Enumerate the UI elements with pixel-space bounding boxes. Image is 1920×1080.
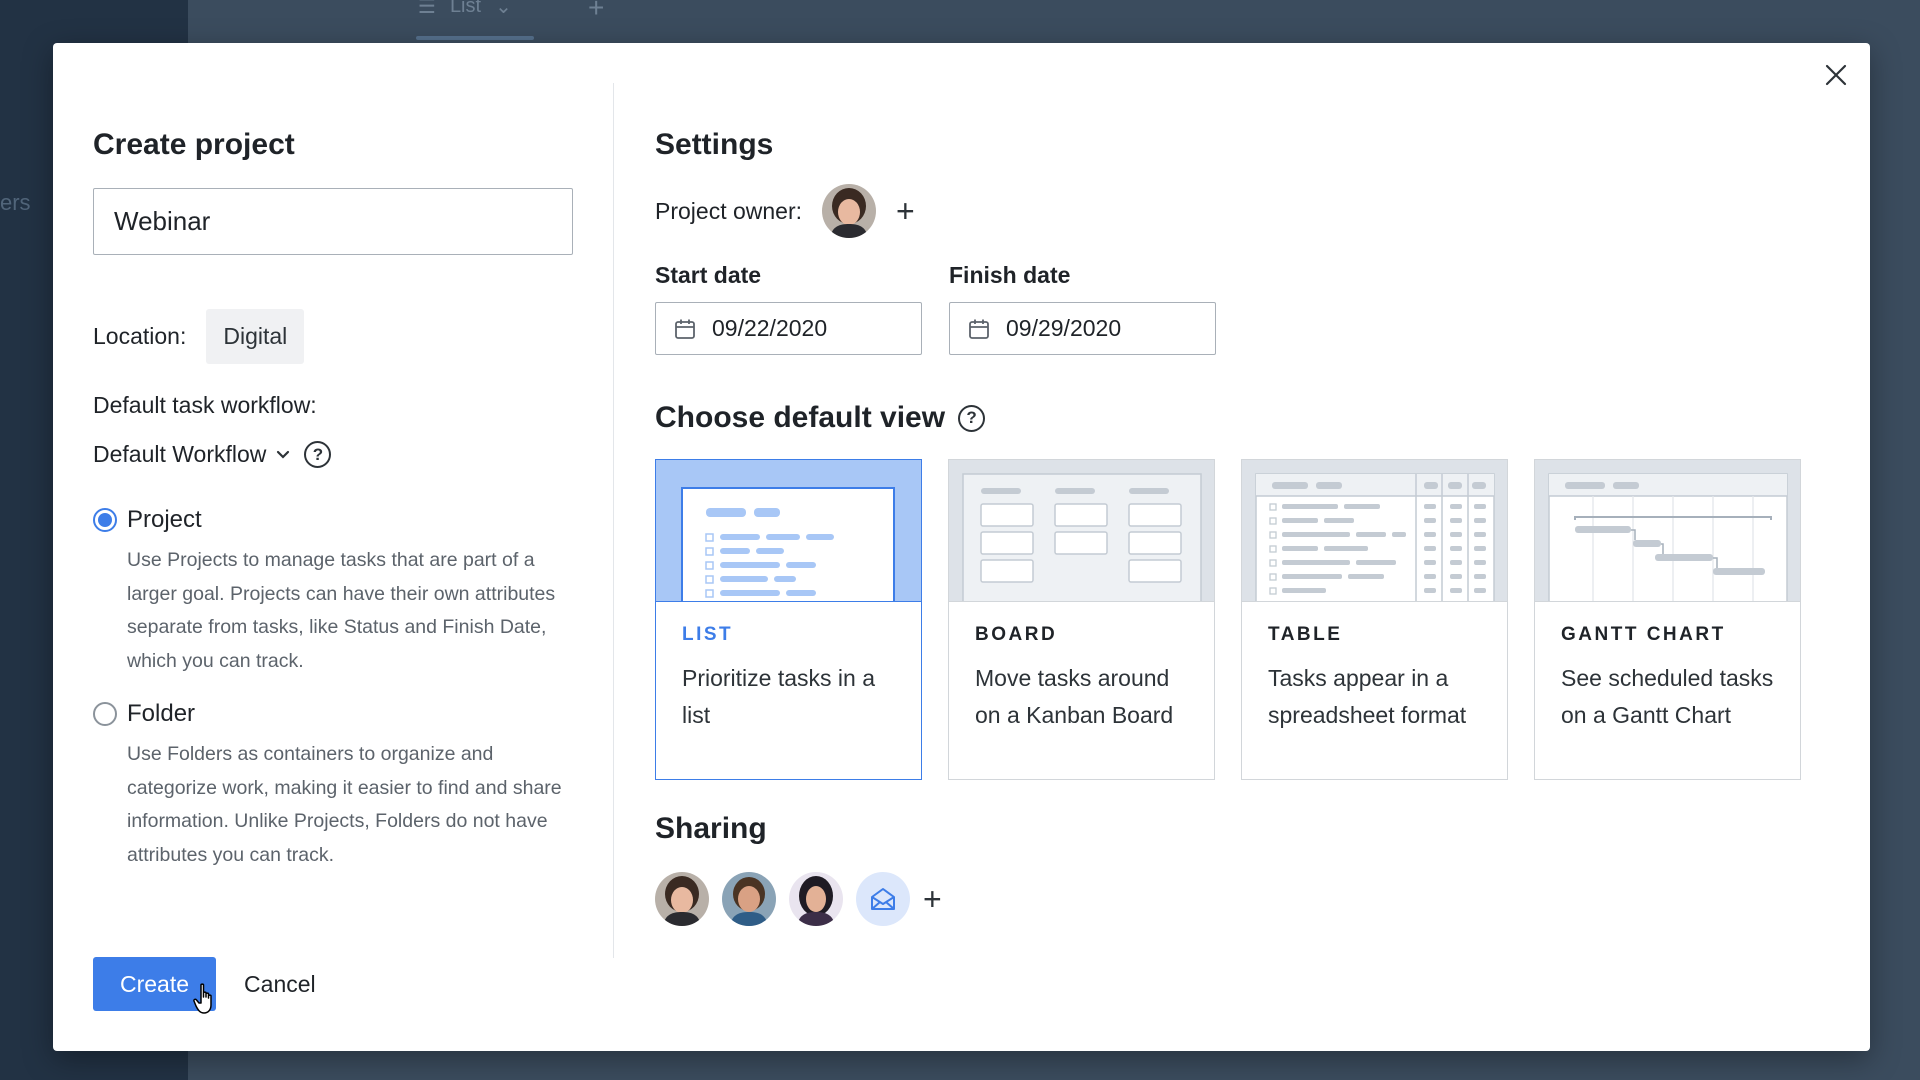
view-card-list[interactable]: LIST Prioritize tasks in a list — [655, 459, 922, 780]
tab-list[interactable]: ☰ List ⌄ — [418, 0, 512, 19]
column-divider — [613, 83, 614, 958]
project-option-description: Use Projects to manage tasks that are pa… — [127, 549, 556, 672]
avatar[interactable] — [789, 872, 843, 926]
view-desc-list: Prioritize tasks in a list — [682, 665, 876, 728]
type-option-folder: Folder Use Folders as containers to orga… — [93, 700, 575, 872]
email-invite-button[interactable] — [856, 872, 910, 926]
date-fields: Start date 09/22/2020 Finish date 09/29/… — [655, 262, 1835, 355]
board-view-body: BOARD Move tasks around on a Kanban Boar… — [949, 602, 1214, 756]
owner-avatar[interactable] — [822, 184, 877, 238]
view-card-gantt[interactable]: GANTT CHART See scheduled tasks on a Gan… — [1534, 459, 1801, 780]
tab-underline — [416, 36, 534, 40]
help-icon[interactable]: ? — [304, 441, 332, 468]
view-card-table[interactable]: TABLE Tasks appear in a spreadsheet form… — [1241, 459, 1508, 780]
location-chip[interactable]: Digital — [206, 309, 305, 364]
finish-date-label: Finish date — [949, 262, 1071, 288]
view-name-list: LIST — [682, 624, 734, 645]
owner-label: Project owner: — [655, 197, 803, 224]
project-radio-label[interactable]: Project — [93, 506, 575, 534]
add-view-icon[interactable]: + — [588, 0, 604, 24]
calendar-icon — [675, 319, 695, 339]
table-view-body: TABLE Tasks appear in a spreadsheet form… — [1242, 602, 1507, 756]
finish-date-value: 09/29/2020 — [1006, 315, 1122, 341]
start-date-field[interactable]: 09/22/2020 — [655, 302, 922, 355]
avatar[interactable] — [722, 872, 776, 926]
list-illustration — [681, 487, 895, 601]
workflow-label: Default task workflow: — [93, 392, 317, 418]
settings-title: Settings — [655, 128, 774, 161]
workflow-row: Default Workflow ? — [93, 441, 575, 468]
list-view-body: LIST Prioritize tasks in a list — [656, 602, 921, 756]
hand-cursor-icon — [193, 983, 212, 1014]
table-view-thumbnail — [1242, 460, 1507, 602]
default-view-title: Choose default view — [655, 401, 946, 434]
mail-icon — [871, 888, 895, 910]
right-column: Settings Project owner: + Start date 09/… — [655, 83, 1835, 926]
workflow-value: Default Workflow — [93, 441, 267, 467]
view-cards: LIST Prioritize tasks in a list BOARD Mo… — [655, 459, 1835, 780]
avatar[interactable] — [655, 872, 709, 926]
view-name-table: TABLE — [1268, 624, 1343, 645]
sharing-title: Sharing — [655, 812, 767, 845]
folder-radio-label[interactable]: Folder — [93, 700, 575, 728]
view-title-row: Choose default view ? — [655, 401, 1835, 435]
gantt-view-body: GANTT CHART See scheduled tasks on a Gan… — [1535, 602, 1800, 756]
chevron-down-icon — [277, 450, 290, 459]
modal-title: Create project — [93, 128, 295, 161]
finish-date-group: Finish date 09/29/2020 — [949, 262, 1216, 355]
list-icon: ☰ — [418, 0, 436, 18]
project-name-input[interactable] — [93, 188, 573, 255]
help-icon[interactable]: ? — [958, 404, 986, 432]
left-column: Create project Location: Digital Default… — [93, 83, 575, 872]
view-name-board: BOARD — [975, 624, 1058, 645]
list-view-thumbnail — [656, 460, 921, 602]
type-option-project: Project Use Projects to manage tasks tha… — [93, 506, 575, 678]
tab-list-label: List — [449, 0, 482, 17]
finish-date-field[interactable]: 09/29/2020 — [949, 302, 1216, 355]
gantt-view-thumbnail — [1535, 460, 1800, 602]
start-date-group: Start date 09/22/2020 — [655, 262, 922, 355]
view-name-gantt: GANTT CHART — [1561, 624, 1726, 645]
add-share-button[interactable]: + — [923, 883, 942, 915]
board-view-thumbnail — [949, 460, 1214, 602]
location-row: Location: Digital — [93, 309, 575, 364]
folder-radio[interactable] — [93, 702, 117, 726]
folder-option-label: Folder — [127, 700, 196, 727]
create-project-modal: Create project Location: Digital Default… — [53, 43, 1870, 1051]
gantt-illustration — [1548, 473, 1788, 601]
start-date-value: 09/22/2020 — [712, 315, 828, 341]
start-date-label: Start date — [655, 262, 762, 288]
workflow-select[interactable]: Default Workflow — [93, 441, 290, 468]
owner-row: Project owner: + — [655, 184, 1835, 238]
table-illustration — [1255, 473, 1495, 601]
view-card-board[interactable]: BOARD Move tasks around on a Kanban Boar… — [948, 459, 1215, 780]
view-desc-gantt: See scheduled tasks on a Gantt Chart — [1561, 665, 1774, 728]
project-option-label: Project — [127, 506, 202, 533]
calendar-icon — [969, 319, 989, 339]
location-label: Location: — [93, 323, 187, 349]
folder-option-description: Use Folders as containers to organize an… — [127, 743, 562, 866]
sharing-row: + — [655, 872, 1835, 926]
view-desc-table: Tasks appear in a spreadsheet format — [1268, 665, 1467, 728]
sidebar-partial-text: ers — [0, 190, 31, 215]
add-owner-button[interactable]: + — [896, 195, 915, 227]
board-illustration — [962, 473, 1202, 601]
cancel-button[interactable]: Cancel — [244, 971, 316, 998]
app-topbar: ☰ List ⌄ + — [188, 0, 1920, 40]
project-radio[interactable] — [93, 508, 117, 532]
view-desc-board: Move tasks around on a Kanban Board — [975, 665, 1174, 728]
chevron-down-icon: ⌄ — [495, 0, 512, 18]
